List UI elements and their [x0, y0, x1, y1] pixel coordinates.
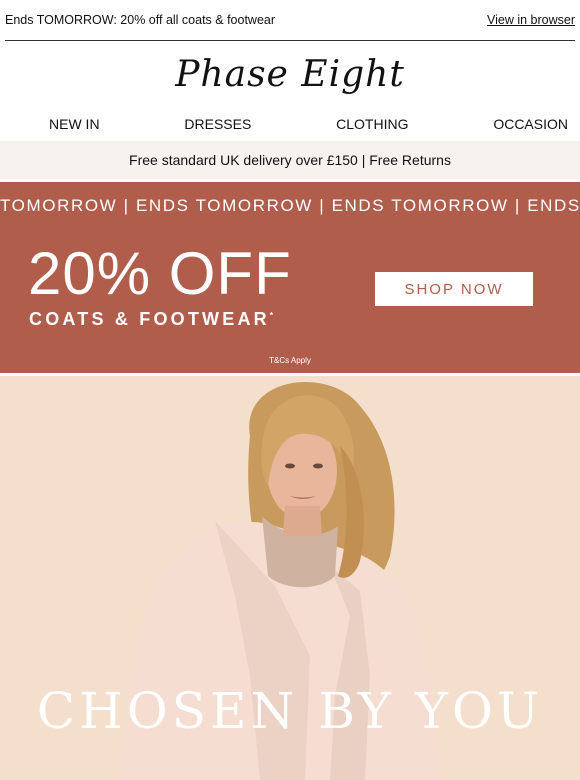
promo-banner[interactable]: TOMORROW | ENDS TOMORROW | ENDS TOMORROW…	[0, 182, 580, 373]
promo-subheadline: COATS & FOOTWEAR*	[29, 309, 273, 330]
logo-area: Phase Eight	[0, 41, 580, 107]
preheader-text: Ends TOMORROW: 20% off all coats & footw…	[5, 13, 276, 27]
nav-item-dresses[interactable]: DRESSES	[184, 116, 251, 132]
preheader-bar: Ends TOMORROW: 20% off all coats & footw…	[5, 0, 575, 41]
brand-logo[interactable]: Phase Eight	[175, 54, 405, 95]
hero-title: CHOSEN BY YOU	[36, 682, 544, 740]
terms-link[interactable]: T&Cs Apply	[0, 356, 580, 365]
nav-item-occasion[interactable]: OCCASION	[493, 116, 568, 132]
nav-item-new-in[interactable]: NEW IN	[49, 116, 100, 132]
hero-banner[interactable]: CHOSEN BY YOU	[0, 376, 580, 780]
promo-headline: 20% OFF	[28, 240, 292, 307]
main-nav: NEW IN DRESSES CLOTHING OCCASION	[0, 107, 580, 141]
shop-now-button[interactable]: SHOP NOW	[375, 272, 533, 306]
delivery-text: Free standard UK delivery over £150 | Fr…	[129, 152, 451, 168]
promo-subheadline-text: COATS & FOOTWEAR	[29, 309, 270, 329]
promo-asterisk: *	[269, 311, 273, 320]
nav-item-clothing[interactable]: CLOTHING	[336, 116, 408, 132]
delivery-banner: Free standard UK delivery over £150 | Fr…	[0, 141, 580, 179]
promo-ticker: TOMORROW | ENDS TOMORROW | ENDS TOMORROW…	[0, 196, 580, 215]
view-in-browser-link[interactable]: View in browser	[487, 13, 575, 27]
